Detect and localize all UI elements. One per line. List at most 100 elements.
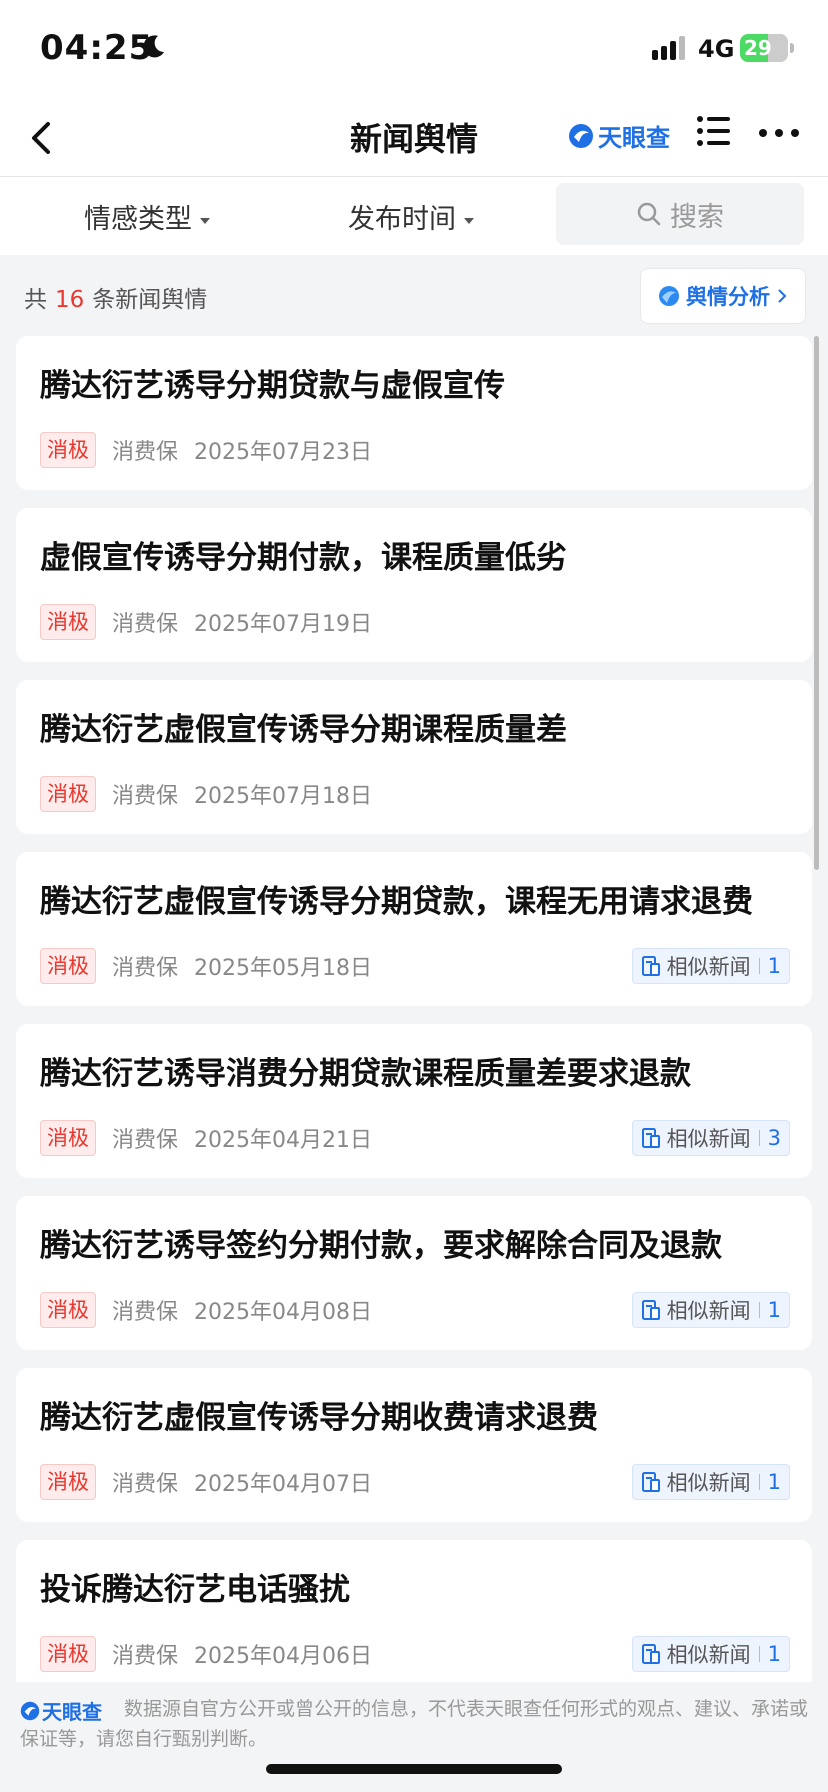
news-meta: 消极 消费保 2025年04月21日 [40, 1120, 372, 1156]
search-icon [637, 202, 661, 226]
news-source: 消费保 [112, 1300, 179, 1325]
status-time: 04:25 [40, 28, 154, 68]
similar-news-button[interactable]: 相似新闻 1 [631, 1464, 790, 1500]
count-number: 16 [55, 287, 85, 313]
count-prefix: 共 [24, 287, 47, 313]
similar-news-label: 相似新闻 [666, 1299, 751, 1323]
news-source: 消费保 [112, 784, 179, 809]
news-card[interactable]: 腾达衍艺虚假宣传诱导分期收费请求退费 消极 消费保 2025年04月07日 相似… [16, 1368, 812, 1522]
news-card[interactable]: 腾达衍艺诱导消费分期贷款课程质量差要求退款 消极 消费保 2025年04月21日… [16, 1024, 812, 1178]
sentiment-badge: 消极 [40, 1120, 96, 1156]
news-title: 腾达衍艺虚假宣传诱导分期贷款，课程无用请求退费 [40, 884, 753, 920]
news-meta: 消极 消费保 2025年04月06日 [40, 1636, 372, 1672]
search-input[interactable]: 搜索 [556, 183, 804, 245]
chevron-right-icon [778, 289, 787, 303]
news-title: 虚假宣传诱导分期付款，课程质量低劣 [40, 540, 567, 576]
news-meta: 消极 消费保 2025年05月18日 [40, 948, 372, 984]
news-title: 腾达衍艺诱导分期贷款与虚假宣传 [40, 368, 505, 404]
document-icon [641, 1472, 660, 1492]
document-icon [641, 1128, 660, 1148]
footer: 天眼查 数据源自官方公开或曾公开的信息，不代表天眼查任何形式的观点、建议、承诺或… [0, 1682, 828, 1792]
similar-news-label: 相似新闻 [666, 1643, 751, 1667]
document-icon [641, 1300, 660, 1320]
news-card[interactable]: 投诉腾达衍艺电话骚扰 消极 消费保 2025年04月06日 相似新闻 1 [16, 1540, 812, 1694]
news-source: 消费保 [112, 956, 179, 981]
news-card[interactable]: 腾达衍艺虚假宣传诱导分期贷款，课程无用请求退费 消极 消费保 2025年05月1… [16, 852, 812, 1006]
similar-news-button[interactable]: 相似新闻 1 [631, 1636, 790, 1672]
news-meta: 消极 消费保 2025年04月08日 [40, 1292, 372, 1328]
tianyancha-logo-icon [569, 123, 593, 148]
news-date: 2025年07月19日 [194, 612, 372, 637]
news-title: 腾达衍艺虚假宣传诱导分期收费请求退费 [40, 1400, 598, 1436]
news-source: 消费保 [112, 1644, 179, 1669]
sentiment-badge: 消极 [40, 604, 96, 640]
news-title: 腾达衍艺诱导签约分期付款，要求解除合同及退款 [40, 1228, 722, 1264]
status-bar: 04:25 4G 29 [0, 0, 828, 100]
news-source: 消费保 [112, 440, 179, 465]
sentiment-badge: 消极 [40, 1292, 96, 1328]
news-title: 投诉腾达衍艺电话骚扰 [40, 1572, 350, 1608]
sentiment-badge: 消极 [40, 1464, 96, 1500]
home-indicator [266, 1764, 562, 1774]
news-card[interactable]: 腾达衍艺诱导分期贷款与虚假宣传 消极 消费保 2025年07月23日 [16, 336, 812, 490]
news-title: 腾达衍艺虚假宣传诱导分期课程质量差 [40, 712, 567, 748]
document-icon [641, 956, 660, 976]
news-date: 2025年04月08日 [194, 1300, 372, 1325]
count-suffix: 条新闻舆情 [92, 287, 208, 313]
divider [758, 958, 760, 974]
news-card[interactable]: 虚假宣传诱导分期付款，课程质量低劣 消极 消费保 2025年07月19日 [16, 508, 812, 662]
divider [758, 1130, 760, 1146]
sentiment-analysis-button[interactable]: 舆情分析 [640, 268, 806, 324]
news-date: 2025年05月18日 [194, 956, 372, 981]
caret-down-icon [200, 217, 210, 224]
analysis-icon [659, 286, 679, 306]
analysis-label: 舆情分析 [686, 285, 770, 309]
document-icon [641, 1644, 660, 1664]
news-meta: 消极 消费保 2025年04月07日 [40, 1464, 372, 1500]
divider [758, 1302, 760, 1318]
sentiment-badge: 消极 [40, 432, 96, 468]
caret-down-icon [464, 217, 474, 224]
similar-news-label: 相似新闻 [666, 1127, 751, 1151]
battery-level: 29 [744, 36, 772, 60]
time-filter-label: 发布时间 [348, 204, 456, 235]
news-date: 2025年04月07日 [194, 1472, 372, 1497]
news-source: 消费保 [112, 1128, 179, 1153]
sentiment-badge: 消极 [40, 776, 96, 812]
divider [758, 1646, 760, 1662]
divider [758, 1474, 760, 1490]
similar-news-button[interactable]: 相似新闻 1 [631, 948, 790, 984]
news-meta: 消极 消费保 2025年07月19日 [40, 604, 372, 640]
more-icon[interactable] [758, 128, 800, 138]
signal-icon [652, 36, 685, 60]
news-card[interactable]: 腾达衍艺虚假宣传诱导分期课程质量差 消极 消费保 2025年07月18日 [16, 680, 812, 834]
filter-bar: 情感类型 发布时间 搜索 [0, 177, 828, 255]
list-icon[interactable] [696, 114, 732, 148]
sentiment-filter[interactable]: 情感类型 [84, 197, 210, 236]
news-source: 消费保 [112, 1472, 179, 1497]
news-date: 2025年07月18日 [194, 784, 372, 809]
similar-news-button[interactable]: 相似新闻 3 [631, 1120, 790, 1156]
sentiment-badge: 消极 [40, 948, 96, 984]
similar-news-label: 相似新闻 [666, 955, 751, 979]
news-title: 腾达衍艺诱导消费分期贷款课程质量差要求退款 [40, 1056, 691, 1092]
sentiment-filter-label: 情感类型 [84, 204, 192, 235]
news-date: 2025年07月23日 [194, 440, 372, 465]
summary-bar: 共 16 条新闻舆情 舆情分析 [0, 256, 828, 332]
search-placeholder: 搜索 [670, 201, 724, 233]
similar-news-count: 1 [767, 1298, 781, 1322]
time-filter[interactable]: 发布时间 [348, 197, 474, 236]
news-date: 2025年04月21日 [194, 1128, 372, 1153]
moon-icon [143, 35, 164, 58]
news-count: 共 16 条新闻舆情 [24, 280, 207, 314]
scrollbar[interactable] [814, 336, 819, 870]
similar-news-count: 3 [767, 1126, 781, 1150]
news-meta: 消极 消费保 2025年07月23日 [40, 432, 372, 468]
news-date: 2025年04月06日 [194, 1644, 372, 1669]
news-source: 消费保 [112, 612, 179, 637]
similar-news-button[interactable]: 相似新闻 1 [631, 1292, 790, 1328]
news-meta: 消极 消费保 2025年07月18日 [40, 776, 372, 812]
similar-news-label: 相似新闻 [666, 1471, 751, 1495]
news-card[interactable]: 腾达衍艺诱导签约分期付款，要求解除合同及退款 消极 消费保 2025年04月08… [16, 1196, 812, 1350]
nav-bar: 新闻舆情 天眼查 [0, 100, 828, 177]
